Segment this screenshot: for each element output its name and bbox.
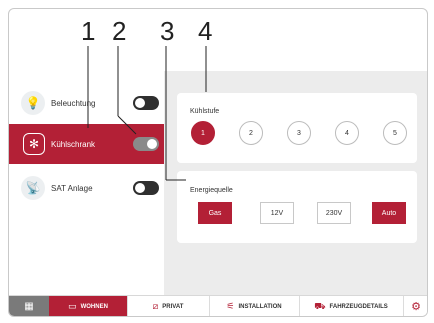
nav-tab-fahrzeugdetails[interactable]: ⛟ FAHRZEUGDETAILS (299, 296, 404, 316)
energiequelle-title: Energiequelle (190, 187, 233, 194)
kuehlstufe-button-5[interactable]: 5 (383, 121, 407, 145)
sidebar-item-label: Beleuchtung (51, 98, 96, 108)
sidebar-item-label: SAT Anlage (51, 183, 93, 193)
kuehlstufe-button-2[interactable]: 2 (239, 121, 263, 145)
kuehlstufe-title: Kühlstufe (190, 108, 220, 115)
kuehlstufe-button-3[interactable]: 3 (287, 121, 311, 145)
energiequelle-230v-button[interactable]: 230V (317, 202, 351, 224)
sidebar-item-label: Kühlschrank (51, 139, 96, 149)
vehicle-icon: ⛟ (314, 300, 326, 311)
toggle-knob (135, 98, 145, 108)
installation-icon: ⚟ (226, 301, 235, 311)
lightbulb-icon: 💡 (21, 91, 45, 115)
nav-tab-label: WOHNEN (80, 303, 108, 310)
app-screen: 💡 Beleuchtung ✻ Kühlschrank 📡 SAT Anlage… (8, 8, 428, 317)
sidebar-item-kuehlschrank[interactable]: ✻ Kühlschrank (9, 124, 164, 164)
bottom-nav: ▦ ▭ WOHNEN ⧄ PRIVAT ⚟ INSTALLATION ⛟ FAH… (9, 295, 427, 316)
energiequelle-12v-button[interactable]: 12V (260, 202, 294, 224)
beleuchtung-toggle[interactable] (133, 96, 159, 110)
settings-gear-icon[interactable]: ⚙ (411, 296, 421, 316)
satellite-icon: 📡 (21, 176, 45, 200)
sidebar-item-beleuchtung[interactable]: 💡 Beleuchtung (9, 83, 164, 123)
content-panel: Kühlstufe 1 2 3 4 5 Energiequelle Gas 12… (164, 71, 427, 295)
nav-tab-installation[interactable]: ⚟ INSTALLATION (209, 296, 300, 316)
nav-tab-wohnen[interactable]: ▭ WOHNEN (49, 296, 128, 316)
kuehlschrank-toggle[interactable] (133, 137, 159, 151)
nav-tab-privat[interactable]: ⧄ PRIVAT (127, 296, 210, 316)
toggle-knob (147, 139, 157, 149)
grid-menu-icon[interactable]: ▦ (9, 296, 49, 316)
sidebar-item-sat-anlage[interactable]: 📡 SAT Anlage (9, 168, 164, 208)
energiequelle-auto-button[interactable]: Auto (372, 202, 406, 224)
energiequelle-gas-button[interactable]: Gas (198, 202, 232, 224)
nav-tab-label: FAHRZEUGDETAILS (329, 303, 388, 310)
kuehlstufe-button-4[interactable]: 4 (335, 121, 359, 145)
nav-tab-label: INSTALLATION (238, 303, 282, 310)
sat-anlage-toggle[interactable] (133, 181, 159, 195)
kuehlstufe-card: Kühlstufe 1 2 3 4 5 (177, 93, 417, 163)
energiequelle-card: Energiequelle Gas 12V 230V Auto (177, 171, 417, 243)
snowflake-icon: ✻ (23, 133, 45, 155)
sidebar: 💡 Beleuchtung ✻ Kühlschrank 📡 SAT Anlage (9, 71, 164, 295)
privacy-icon: ⧄ (152, 301, 159, 311)
toggle-knob (135, 183, 145, 193)
nav-tab-label: PRIVAT (162, 303, 184, 310)
kuehlstufe-button-1[interactable]: 1 (191, 121, 215, 145)
caravan-icon: ▭ (68, 301, 77, 311)
